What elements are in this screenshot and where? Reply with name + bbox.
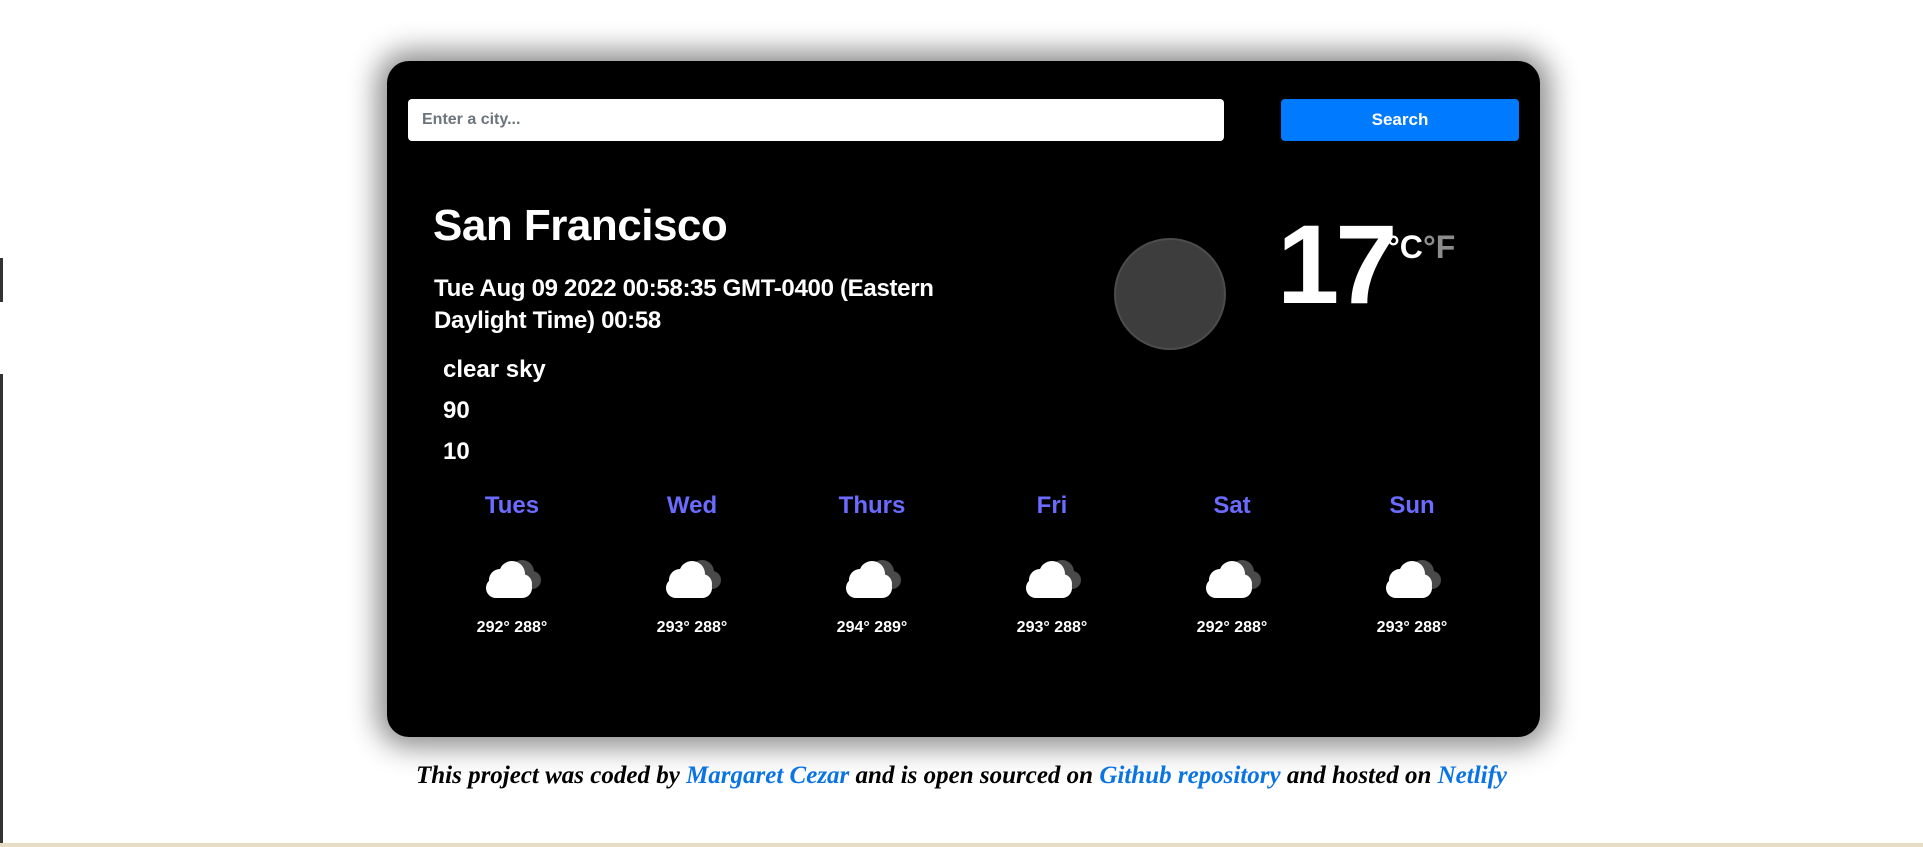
forecast-day: Tues 292° 288° [422, 486, 602, 637]
forecast-temps: 293° 288° [1376, 619, 1448, 636]
cloud-icon [666, 560, 721, 598]
left-edge-line [0, 258, 3, 302]
date-time: Tue Aug 09 2022 00:58:35 GMT-0400 (Easte… [434, 275, 934, 334]
city-name: San Francisco [433, 201, 728, 250]
circle-icon [1114, 238, 1226, 350]
forecast-day: Sat 292° 288° [1142, 486, 1322, 637]
cloud-icon [1206, 560, 1261, 598]
celsius-link[interactable]: °C [1387, 229, 1423, 266]
weather-detail-value: 10 [443, 438, 470, 465]
weather-detail-value: 90 [443, 397, 470, 424]
forecast-day-name: Wed [666, 492, 718, 519]
forecast-day-name: Thurs [838, 492, 906, 519]
cloud-icon [486, 560, 541, 598]
search-button[interactable]: Search [1281, 99, 1519, 141]
weather-description: clear sky [443, 356, 546, 383]
bottom-strip [0, 843, 1923, 847]
forecast-day: Wed 293° 288° [602, 486, 782, 637]
forecast-temps: 292° 288° [476, 619, 548, 636]
weather-card: Search San Francisco Tue Aug 09 2022 00:… [387, 61, 1540, 737]
footer: This project was coded by Margaret Cezar… [0, 762, 1923, 790]
forecast-day: Thurs 294° 289° [782, 486, 962, 637]
search-input[interactable] [408, 99, 1224, 141]
cloud-icon [1026, 560, 1081, 598]
forecast-day: Sun 293° 288° [1322, 486, 1502, 637]
cloud-icon [846, 560, 901, 598]
forecast-day: Fri 293° 288° [962, 486, 1142, 637]
forecast-day-name: Fri [1036, 492, 1068, 519]
forecast-temps: 293° 288° [656, 619, 728, 636]
forecast-day-name: Sat [1213, 492, 1251, 519]
current-temperature: 17 [1277, 202, 1398, 327]
github-repository-link[interactable]: Github repository [1099, 762, 1280, 789]
footer-text: and hosted on [1280, 762, 1438, 789]
weather-details: clear sky 90 10 [443, 349, 546, 472]
forecast-temps: 294° 289° [836, 619, 908, 636]
author-link[interactable]: Margaret Cezar [686, 762, 849, 789]
netlify-link[interactable]: Netlify [1438, 762, 1507, 789]
forecast: Tues 292° 288° Wed 293° 288° Thurs 294° … [422, 486, 1502, 637]
footer-text: This project was coded by [415, 762, 687, 789]
forecast-day-name: Tues [484, 492, 540, 519]
fahrenheit-link[interactable]: °F [1423, 229, 1455, 266]
forecast-day-name: Sun [1389, 492, 1435, 519]
forecast-temps: 293° 288° [1016, 619, 1088, 636]
cloud-icon [1386, 560, 1441, 598]
forecast-temps: 292° 288° [1196, 619, 1268, 636]
footer-text: and is open sourced on [849, 762, 1100, 789]
